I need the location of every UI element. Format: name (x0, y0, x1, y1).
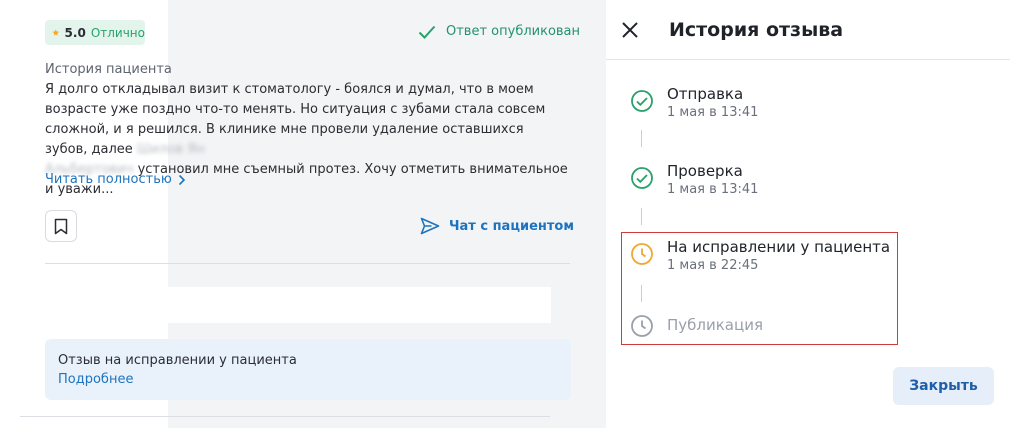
divider (20, 416, 550, 417)
history-label: История пациента (45, 62, 172, 77)
correction-notice: Отзыв на исправлении у пациента Подробне… (45, 339, 571, 400)
read-more-link[interactable]: Читать полностью (45, 172, 186, 187)
step-name: Проверка (667, 162, 743, 180)
panel-title: История отзыва (669, 19, 844, 41)
rating-badge: 5.0 Отлично (45, 20, 145, 45)
close-icon[interactable] (620, 20, 640, 40)
timeline-connector (641, 130, 642, 147)
divider (45, 263, 570, 264)
check-circle-icon (631, 167, 653, 189)
divider (606, 59, 1010, 60)
review-history-panel: История отзыва Отправка 1 мая в 13:41 Пр… (606, 0, 1024, 428)
published-status: Ответ опубликован (418, 24, 580, 39)
close-button[interactable]: Закрыть (893, 367, 994, 405)
step-date: 1 мая в 13:41 (667, 182, 759, 197)
highlight-frame (621, 232, 898, 345)
rating-value: 5.0 (64, 25, 86, 40)
hidden-content-area (55, 287, 551, 323)
step-date: 1 мая в 13:41 (667, 105, 759, 120)
history-step-sent: Отправка 1 мая в 13:41 (630, 84, 758, 121)
history-step-review: Проверка 1 мая в 13:41 (630, 161, 758, 198)
rating-word: Отлично (90, 25, 145, 40)
correction-notice-text: Отзыв на исправлении у пациента (58, 353, 297, 368)
check-circle-icon (631, 90, 653, 112)
review-card: 5.0 Отлично Ответ опубликован История па… (0, 0, 606, 428)
bookmark-icon (54, 218, 68, 234)
details-link[interactable]: Подробнее (58, 370, 558, 389)
timeline-connector (641, 208, 642, 225)
chevron-right-icon (178, 174, 185, 185)
star-icon (52, 29, 60, 36)
blurred-doctor-name: Шилов Ян (136, 142, 205, 157)
chat-with-patient-button[interactable]: Чат с пациентом (420, 217, 574, 235)
check-icon (418, 25, 436, 39)
step-name: Отправка (667, 85, 744, 103)
send-icon (420, 217, 440, 235)
bookmark-button[interactable] (45, 210, 77, 242)
published-status-label: Ответ опубликован (446, 24, 581, 39)
